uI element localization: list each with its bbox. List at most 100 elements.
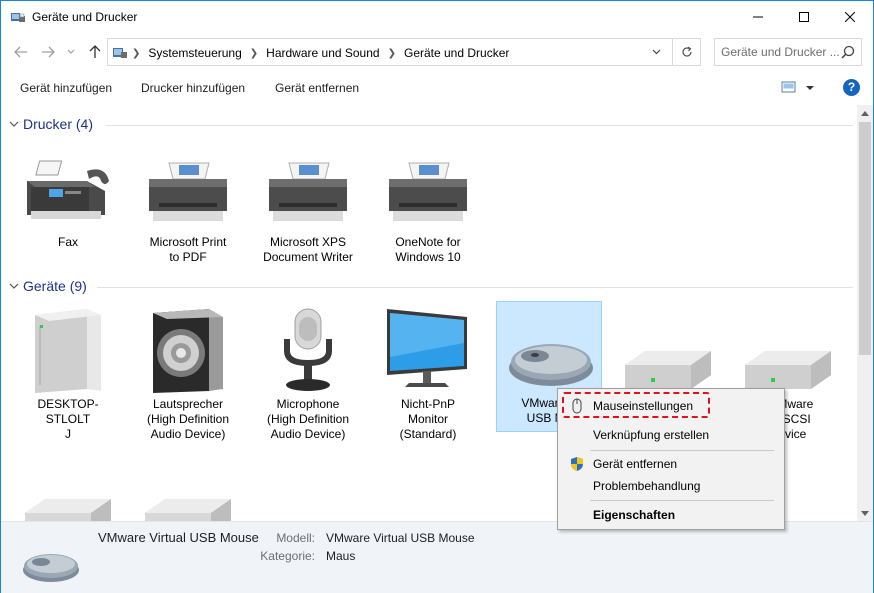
model-value: VMware Virtual USB Mouse [326, 531, 475, 545]
menu-item-mouse-settings[interactable]: Mauseinstellungen [560, 395, 782, 417]
group-title: Geräte (9) [23, 278, 87, 294]
fax-icon [15, 141, 121, 235]
device-tile-desktop-stloltj[interactable]: DESKTOP-STLOLT J [15, 303, 121, 442]
device-tile-drive[interactable] [615, 303, 721, 397]
category-label: Kategorie: [260, 549, 315, 563]
chevron-down-icon [861, 510, 869, 516]
model-label: Modell: [276, 531, 315, 545]
uac-shield-icon [571, 457, 583, 471]
group-divider [105, 125, 853, 126]
details-pane: VMware Virtual USB Mouse Modell: VMware … [1, 521, 873, 593]
menu-item-properties[interactable]: Eigenschaften [560, 504, 782, 526]
chevron-up-icon [861, 110, 869, 116]
menu-item-create-shortcut[interactable]: Verknüpfung erstellen [560, 424, 782, 446]
close-button[interactable] [827, 1, 873, 33]
menu-item-troubleshoot[interactable]: Problembehandlung [560, 475, 782, 497]
address-bar[interactable]: ❯ Systemsteuerung ❯ Hardware und Sound ❯… [107, 38, 701, 66]
drive-icon [15, 461, 121, 521]
device-label: OneNote for Windows 10 [395, 235, 461, 264]
add-printer-button[interactable]: Drucker hinzufügen [141, 81, 245, 95]
forward-button[interactable] [38, 42, 58, 62]
chevron-down-icon [9, 283, 19, 289]
back-button[interactable] [11, 42, 31, 62]
menu-item-remove-device[interactable]: Gerät entfernen [560, 453, 782, 475]
devices-printers-app-icon [11, 13, 25, 22]
drive-icon [615, 303, 721, 397]
menu-item-label: Eigenschaften [593, 508, 676, 522]
scroll-down-button[interactable] [857, 505, 873, 521]
device-tile-partial[interactable] [15, 461, 121, 521]
mouse-icon [572, 398, 582, 414]
change-view-button[interactable] [781, 80, 821, 96]
add-device-button[interactable]: Gerät hinzufügen [20, 81, 112, 95]
refresh-button[interactable] [672, 39, 700, 65]
control-panel-icon [113, 48, 127, 58]
vertical-scrollbar[interactable] [857, 105, 873, 521]
breadcrumb-item-hardware-und-sound[interactable]: Hardware und Sound [266, 46, 379, 60]
mouse-icon [23, 554, 79, 582]
speaker-icon [135, 303, 241, 397]
search-icon[interactable] [841, 45, 855, 59]
breadcrumb-separator-icon[interactable]: ❯ [250, 48, 258, 59]
scroll-up-button[interactable] [857, 105, 873, 121]
view-options-icon [781, 81, 814, 93]
menu-item-label: Gerät entfernen [593, 457, 678, 471]
menu-separator [590, 450, 774, 451]
breadcrumb-separator-icon[interactable]: ❯ [132, 48, 140, 59]
menu-item-label: Verknüpfung erstellen [593, 428, 710, 442]
up-button[interactable] [85, 42, 105, 62]
refresh-icon [681, 46, 692, 57]
arrow-up-icon [89, 45, 101, 58]
minimize-button[interactable] [735, 1, 781, 33]
device-tile-nicht-pnp-monitor[interactable]: Nicht-PnP Monitor (Standard) [375, 303, 481, 442]
device-tile-microphone[interactable]: Microphone (High Definition Audio Device… [255, 303, 361, 442]
search-box[interactable] [714, 38, 862, 66]
microphone-icon [255, 303, 361, 397]
maximize-button[interactable] [781, 1, 827, 33]
menu-item-label: Problembehandlung [593, 479, 701, 493]
address-history-dropdown[interactable] [645, 39, 667, 65]
device-tile-partial[interactable] [135, 461, 241, 521]
scrollbar-thumb[interactable] [859, 122, 871, 355]
navigation-bar: ❯ Systemsteuerung ❯ Hardware und Sound ❯… [1, 33, 873, 71]
device-tile-onenote-for-windows-10[interactable]: OneNote for Windows 10 [375, 141, 481, 265]
computer-tower-icon [15, 303, 121, 397]
device-label: Microsoft Print to PDF [149, 235, 227, 264]
close-icon [845, 12, 855, 22]
command-bar: Gerät hinzufügen Drucker hinzufügen Gerä… [1, 71, 873, 105]
printer-icon [255, 141, 361, 235]
arrow-right-icon [42, 46, 55, 58]
devices-and-printers-window: Geräte und Drucker ❯ Systemsteuerung ❯ H… [0, 0, 874, 593]
device-tile-microsoft-print-to-pdf[interactable]: Microsoft Print to PDF [135, 141, 241, 265]
recent-locations-button[interactable] [65, 42, 77, 62]
printer-icon [135, 141, 241, 235]
breadcrumb: ❯ Systemsteuerung ❯ Hardware und Sound ❯… [132, 46, 509, 60]
device-label: Lautsprecher (High Definition Audio Devi… [146, 397, 230, 441]
device-tile-fax[interactable]: Fax [15, 141, 121, 250]
mouse-icon [497, 302, 603, 396]
chevron-down-icon [9, 121, 19, 127]
group-header-printers[interactable]: Drucker (4) [1, 115, 857, 135]
group-header-devices[interactable]: Geräte (9) [1, 277, 857, 297]
device-label: Microphone (High Definition Audio Device… [266, 397, 350, 441]
context-menu: Mauseinstellungen Verknüpfung erstellen … [557, 388, 785, 530]
breadcrumb-item-systemsteuerung[interactable]: Systemsteuerung [148, 46, 241, 60]
device-label: DESKTOP-STLOLT J [37, 397, 99, 441]
help-button[interactable]: ? [843, 79, 860, 96]
printer-icon [375, 141, 481, 235]
minimize-icon [753, 16, 763, 18]
remove-device-button[interactable]: Gerät entfernen [275, 81, 359, 95]
chevron-down-icon [67, 49, 75, 54]
search-input[interactable] [715, 39, 839, 65]
title-bar[interactable]: Geräte und Drucker [1, 1, 873, 33]
device-tile-lautsprecher[interactable]: Lautsprecher (High Definition Audio Devi… [135, 303, 241, 442]
breadcrumb-separator-icon[interactable]: ❯ [388, 48, 396, 59]
device-tile-microsoft-xps-document-writer[interactable]: Microsoft XPS Document Writer [255, 141, 361, 265]
breadcrumb-item-geraete-und-drucker[interactable]: Geräte und Drucker [404, 46, 509, 60]
maximize-icon [799, 12, 809, 22]
monitor-icon [375, 303, 481, 397]
arrow-left-icon [14, 46, 27, 58]
chevron-down-icon [652, 49, 660, 55]
menu-item-label: Mauseinstellungen [593, 399, 694, 413]
drive-icon [735, 303, 841, 397]
